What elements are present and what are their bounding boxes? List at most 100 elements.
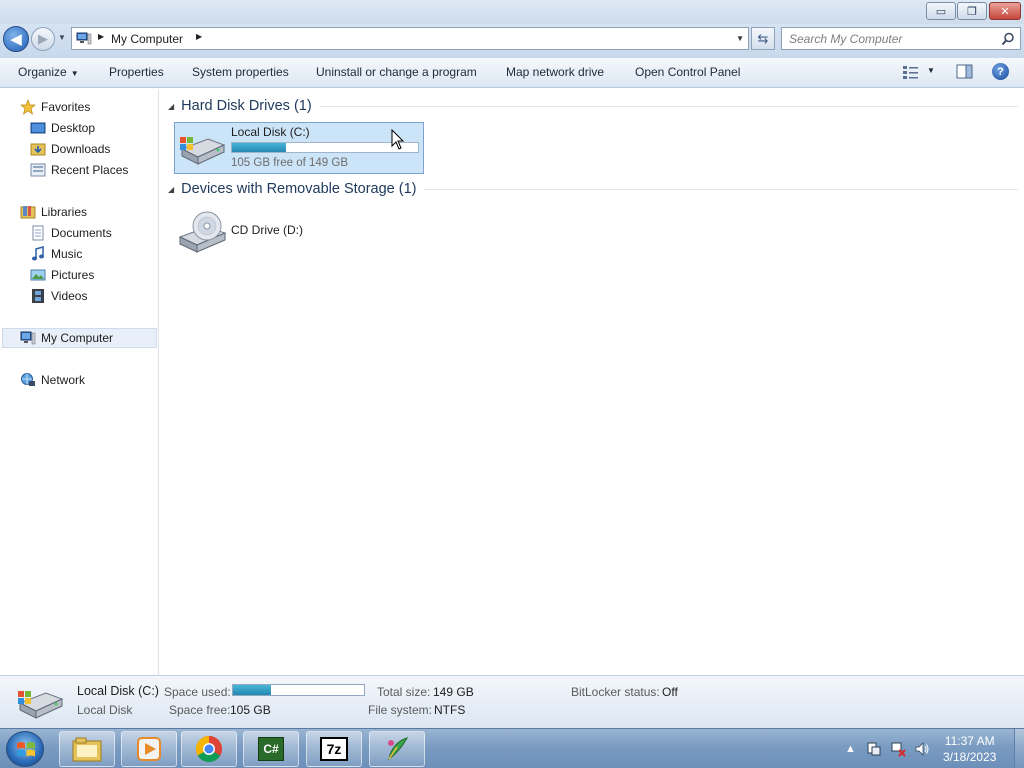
- taskbar-sketch-app[interactable]: [369, 731, 425, 767]
- forward-button[interactable]: ▶: [31, 27, 55, 51]
- chevron-up-icon: ▲: [845, 743, 856, 755]
- 7zip-icon: 7z: [320, 737, 348, 761]
- nav-videos[interactable]: Videos: [30, 286, 87, 306]
- nav-downloads[interactable]: Downloads: [30, 139, 110, 159]
- navigation-pane: Favorites Desktop Downloads Recent Place…: [0, 89, 159, 675]
- nav-my-computer[interactable]: My Computer: [2, 328, 157, 348]
- system-clock[interactable]: 11:37 AM 3/18/2023: [943, 733, 996, 765]
- clock-date: 3/18/2023: [943, 750, 997, 764]
- group-title: Devices with Removable Storage (1): [181, 181, 417, 197]
- back-arrow-icon: ◀: [10, 31, 22, 48]
- star-icon: [20, 99, 36, 115]
- recent-places-icon: [30, 163, 46, 177]
- space-free-label: Space free:: [169, 703, 231, 717]
- taskbar-7zip[interactable]: 7z: [306, 731, 362, 767]
- windows-logo-icon: [17, 742, 35, 757]
- taskbar-file-explorer[interactable]: [59, 731, 115, 767]
- search-box[interactable]: [781, 27, 1021, 50]
- mouse-cursor-icon: [391, 129, 405, 150]
- group-removable-storage[interactable]: ◢ Devices with Removable Storage (1): [168, 181, 1018, 197]
- close-button[interactable]: ✕: [989, 2, 1021, 20]
- collapse-triangle-icon[interactable]: ◢: [168, 185, 174, 194]
- documents-icon: [32, 225, 44, 241]
- breadcrumb-arrow-icon[interactable]: ▶: [98, 32, 104, 41]
- taskbar-media-player[interactable]: [121, 731, 177, 767]
- properties-button[interactable]: Properties: [109, 65, 164, 79]
- group-divider: [424, 188, 1018, 190]
- taskbar-csharp-ide[interactable]: C#: [243, 731, 299, 767]
- system-properties-button[interactable]: System properties: [192, 65, 289, 79]
- start-button[interactable]: [6, 731, 44, 767]
- nav-documents[interactable]: Documents: [30, 223, 112, 243]
- film-strip-icon: [32, 289, 44, 303]
- change-view-icon[interactable]: [902, 64, 920, 80]
- taskbar: C# 7z ▲ 11:37 AM 3/18/2023: [0, 728, 1024, 768]
- hard-drive-icon: [18, 691, 64, 719]
- volume-icon[interactable]: [914, 741, 930, 757]
- show-hidden-icons-button[interactable]: ▲: [845, 729, 856, 768]
- drive-item-local-disk-c[interactable]: Local Disk (C:) 105 GB free of 149 GB: [174, 122, 424, 174]
- help-button[interactable]: ?: [992, 63, 1009, 80]
- refresh-button[interactable]: ⇆: [751, 27, 775, 50]
- space-used-bar: [232, 684, 365, 696]
- network-disconnected-icon[interactable]: [890, 741, 906, 757]
- show-desktop-button[interactable]: [1014, 729, 1024, 768]
- total-size-label: Total size:: [377, 685, 431, 699]
- minimize-icon: ▭: [935, 5, 947, 18]
- drive-name: CD Drive (D:): [231, 223, 303, 237]
- drive-name: Local Disk (C:): [231, 125, 310, 139]
- space-free-value: 105 GB: [230, 703, 271, 717]
- action-center-icon[interactable]: [866, 741, 882, 757]
- search-icon[interactable]: [1001, 32, 1015, 46]
- cd-drive-icon: [178, 211, 227, 253]
- nav-libraries[interactable]: Libraries: [20, 202, 87, 222]
- downloads-folder-icon: [30, 143, 46, 156]
- group-hard-disk-drives[interactable]: ◢ Hard Disk Drives (1): [168, 98, 1018, 114]
- feather-app-icon: [388, 737, 409, 761]
- nav-recent-places[interactable]: Recent Places: [30, 160, 128, 180]
- folder-icon: [72, 737, 102, 762]
- preview-pane-icon[interactable]: [956, 64, 974, 80]
- address-history-dropdown-icon[interactable]: ▼: [736, 34, 744, 43]
- taskbar-chrome[interactable]: [181, 731, 237, 767]
- computer-icon: [76, 32, 92, 45]
- minimize-button[interactable]: ▭: [926, 2, 956, 20]
- hard-drive-icon: [180, 137, 226, 165]
- desktop-icon: [30, 122, 46, 134]
- bitlocker-status-value: Off: [662, 685, 678, 699]
- uninstall-program-button[interactable]: Uninstall or change a program: [316, 65, 477, 79]
- title-bar: ▭ ❐ ✕: [0, 0, 1024, 24]
- organize-menu[interactable]: Organize ▼: [18, 65, 79, 79]
- maximize-button[interactable]: ❐: [957, 2, 987, 20]
- open-control-panel-button[interactable]: Open Control Panel: [635, 65, 740, 79]
- command-bar: Organize ▼ Properties System properties U…: [0, 58, 1024, 88]
- breadcrumb-arrow-icon[interactable]: ▶: [196, 32, 202, 41]
- recent-pages-dropdown[interactable]: ▼: [58, 33, 66, 42]
- csharp-icon: C#: [258, 737, 284, 761]
- nav-music[interactable]: Music: [30, 244, 82, 264]
- nav-desktop[interactable]: Desktop: [30, 118, 95, 138]
- search-input[interactable]: [782, 28, 992, 49]
- collapse-triangle-icon[interactable]: ◢: [168, 102, 174, 111]
- map-network-drive-button[interactable]: Map network drive: [506, 65, 604, 79]
- view-options-dropdown-icon[interactable]: ▼: [927, 66, 935, 75]
- file-system-label: File system:: [368, 703, 433, 717]
- total-size-value: 149 GB: [433, 685, 474, 699]
- nav-favorites[interactable]: Favorites: [20, 97, 90, 117]
- breadcrumb-my-computer[interactable]: My Computer: [111, 32, 183, 46]
- computer-icon: [20, 331, 36, 345]
- group-divider: [319, 105, 1018, 107]
- libraries-icon: [20, 206, 36, 219]
- pictures-icon: [30, 269, 46, 281]
- forward-arrow-icon: ▶: [38, 31, 48, 46]
- bitlocker-status-label: BitLocker status:: [571, 685, 660, 699]
- address-bar[interactable]: ▶ My Computer ▶ ▼: [71, 27, 749, 50]
- refresh-icon: ⇆: [757, 30, 769, 46]
- back-button[interactable]: ◀: [3, 26, 29, 52]
- music-note-icon: [32, 246, 44, 261]
- nav-network[interactable]: Network: [20, 370, 85, 390]
- nav-pictures[interactable]: Pictures: [30, 265, 94, 285]
- chrome-icon: [195, 735, 223, 763]
- content-area: ◢ Hard Disk Drives (1) Local Disk (C:) 1…: [160, 89, 1024, 675]
- help-icon: ?: [997, 65, 1004, 78]
